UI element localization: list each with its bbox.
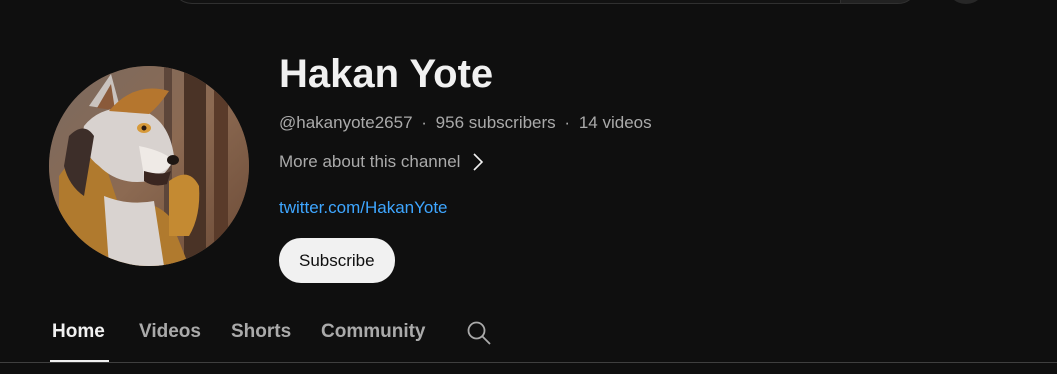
tabs-divider [0,362,1057,363]
avatar-image [49,66,249,266]
channel-avatar [49,66,249,266]
channel-link[interactable]: twitter.com/HakanYote [279,197,448,219]
voice-search-button[interactable] [946,0,986,4]
top-bar [0,0,1057,8]
meta-separator: · [564,113,571,132]
search-input[interactable] [172,0,840,4]
meta-separator: · [421,113,427,132]
more-about-channel-button[interactable]: More about this channel [279,150,484,174]
subscriber-count: 956 subscribers [435,113,556,132]
tab-shorts[interactable]: Shorts [231,305,291,359]
more-about-label: More about this channel [279,152,461,171]
subscribe-button[interactable]: Subscribe [279,238,395,283]
channel-meta: @hakanyote2657 · 956 subscribers · 14 vi… [279,112,652,134]
search-icon[interactable] [465,319,493,347]
channel-tabs: Home Videos Shorts Community [0,305,1057,363]
tab-home[interactable]: Home [52,305,105,359]
search-button[interactable] [840,0,918,4]
chevron-right-icon [472,152,484,172]
video-count: 14 videos [578,113,652,132]
tab-community[interactable]: Community [321,305,426,359]
tab-videos[interactable]: Videos [139,305,201,359]
channel-name: Hakan Yote [279,52,494,96]
channel-handle: @hakanyote2657 [279,113,413,132]
